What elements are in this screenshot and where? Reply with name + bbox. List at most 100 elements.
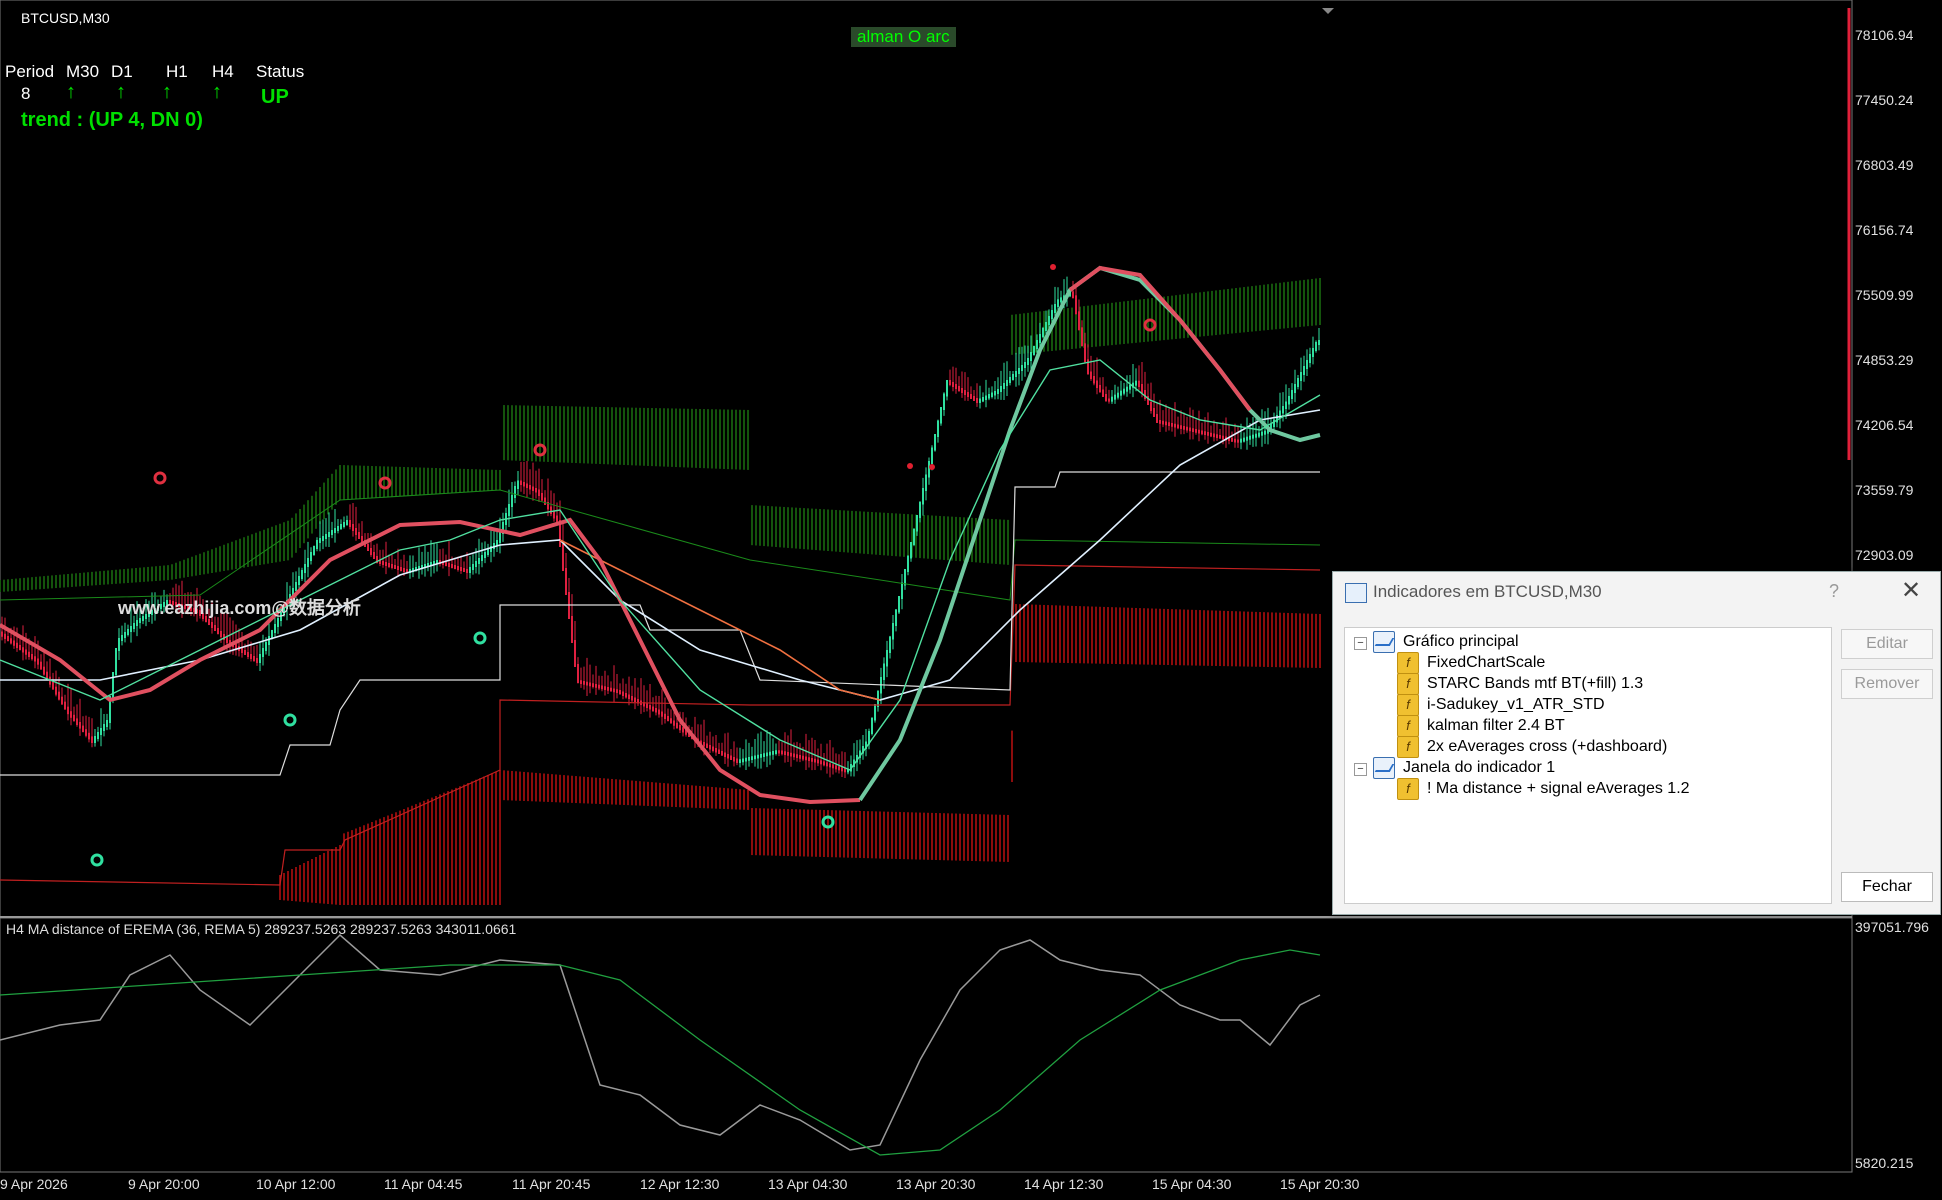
candle-body <box>1222 435 1224 440</box>
tree-item-kalman-filter[interactable]: f kalman filter 2.4 BT <box>1397 715 1565 737</box>
candle-body <box>757 754 759 759</box>
candle-body <box>1030 352 1032 361</box>
candle-body <box>1303 366 1305 375</box>
collapse-icon[interactable]: − <box>1354 763 1367 776</box>
candle-body <box>631 696 633 701</box>
candle-body <box>1243 437 1245 442</box>
candle-body <box>751 756 753 760</box>
arrow-up-icon: ↑ <box>212 81 222 103</box>
tree-item-ma-distance[interactable]: f ! Ma distance + signal eAverages 1.2 <box>1397 778 1690 800</box>
candle-body <box>1057 299 1059 307</box>
candle-body <box>619 690 621 695</box>
candle-body <box>487 549 489 555</box>
candle-body <box>1105 394 1107 402</box>
candle-body <box>874 704 876 721</box>
candle-body <box>592 683 594 687</box>
arrow-up-icon: ↑ <box>116 81 126 103</box>
indicator-function-icon: f <box>1397 694 1419 716</box>
close-icon[interactable]: ✕ <box>1901 576 1921 605</box>
help-icon[interactable]: ? <box>1829 581 1839 602</box>
candle-body <box>907 555 909 572</box>
tree-item-starc-bands[interactable]: f STARC Bands mtf BT(+fill) 1.3 <box>1397 673 1643 695</box>
signal-dot <box>929 464 935 470</box>
candle-body <box>892 623 894 640</box>
arrow-up-icon: ↑ <box>66 81 76 103</box>
candle-body <box>1150 402 1152 411</box>
candle-body <box>715 748 717 753</box>
candle-body <box>1006 380 1008 386</box>
candle-body <box>739 759 741 763</box>
candle-body <box>670 718 672 724</box>
close-button[interactable]: Fechar <box>1841 872 1933 902</box>
candle-body <box>934 434 936 451</box>
tree-item-eaverages-cross[interactable]: f 2x eAverages cross (+dashboard) <box>1397 736 1667 758</box>
tree-group-main-chart[interactable]: Gráfico principal <box>1373 631 1519 653</box>
candle-body <box>274 624 276 633</box>
indicator-tree[interactable]: − Gráfico principal f FixedChartScale f … <box>1344 627 1832 904</box>
collapse-icon[interactable]: − <box>1354 637 1367 650</box>
candle-body <box>397 566 399 570</box>
candle-body <box>1153 408 1155 417</box>
candle-body <box>4 633 6 639</box>
candle-body <box>790 752 792 757</box>
candle-body <box>1081 327 1083 347</box>
candle-body <box>1276 415 1278 423</box>
candle-body <box>52 681 54 690</box>
candle-body <box>1174 423 1176 428</box>
candle-body <box>1114 394 1116 400</box>
candle-body <box>658 709 660 715</box>
signal-dot <box>1050 264 1056 270</box>
candle-body <box>580 680 582 684</box>
candle-body <box>1318 340 1320 345</box>
candle-body <box>793 753 795 758</box>
candle-body <box>79 722 81 729</box>
candle-body <box>1288 396 1290 405</box>
candle-body <box>1108 398 1110 402</box>
remove-button[interactable]: Remover <box>1841 669 1933 699</box>
candle-body <box>1192 428 1194 432</box>
candle-body <box>553 511 555 519</box>
candle-body <box>1252 434 1254 439</box>
tree-group-indicator-window[interactable]: Janela do indicador 1 <box>1373 757 1555 779</box>
candle-body <box>952 382 954 387</box>
candle-body <box>925 474 927 491</box>
candle-body <box>532 486 534 491</box>
candle-body <box>1300 372 1302 381</box>
candle-body <box>1003 383 1005 389</box>
header-m30: M30 <box>66 62 100 81</box>
candle-body <box>1120 390 1122 396</box>
candle-body <box>943 393 945 410</box>
candle-body <box>10 638 12 644</box>
candle-body <box>136 620 138 626</box>
candle-body <box>37 658 39 665</box>
indicators-dialog[interactable]: Indicadores em BTCUSD,M30 ? ✕ − Gráfico … <box>1332 571 1941 915</box>
candle-body <box>121 635 123 641</box>
header-status: Status <box>256 62 305 81</box>
tree-item-sadukey[interactable]: f i-Sadukey_v1_ATR_STD <box>1397 694 1605 716</box>
indicator-function-icon: f <box>1397 673 1419 695</box>
candle-body <box>253 656 255 661</box>
candle-body <box>517 480 519 489</box>
candle-body <box>514 486 516 498</box>
candle-body <box>1072 291 1074 299</box>
status-value: UP <box>261 86 289 108</box>
candle-body <box>721 751 723 756</box>
chart-window-icon <box>1373 631 1395 653</box>
candle-body <box>1048 316 1050 325</box>
indicator-function-icon: f <box>1397 736 1419 758</box>
candle-body <box>1024 362 1026 368</box>
edit-button[interactable]: Editar <box>1841 629 1933 659</box>
candle-body <box>400 567 402 571</box>
candle-body <box>1090 371 1092 379</box>
candle-body <box>778 750 780 754</box>
candle-body <box>97 732 99 739</box>
candle-body <box>313 546 315 555</box>
candle-body <box>817 759 819 764</box>
tree-item-label: STARC Bands mtf BT(+fill) 1.3 <box>1427 675 1644 692</box>
candle-body <box>613 688 615 693</box>
trend-summary: trend : (UP 4, DN 0) <box>21 109 203 131</box>
candle-body <box>577 664 579 684</box>
candle-body <box>1186 426 1188 431</box>
tree-item-fixedchartscale[interactable]: f FixedChartScale <box>1397 652 1545 674</box>
candle-body <box>1261 431 1263 436</box>
